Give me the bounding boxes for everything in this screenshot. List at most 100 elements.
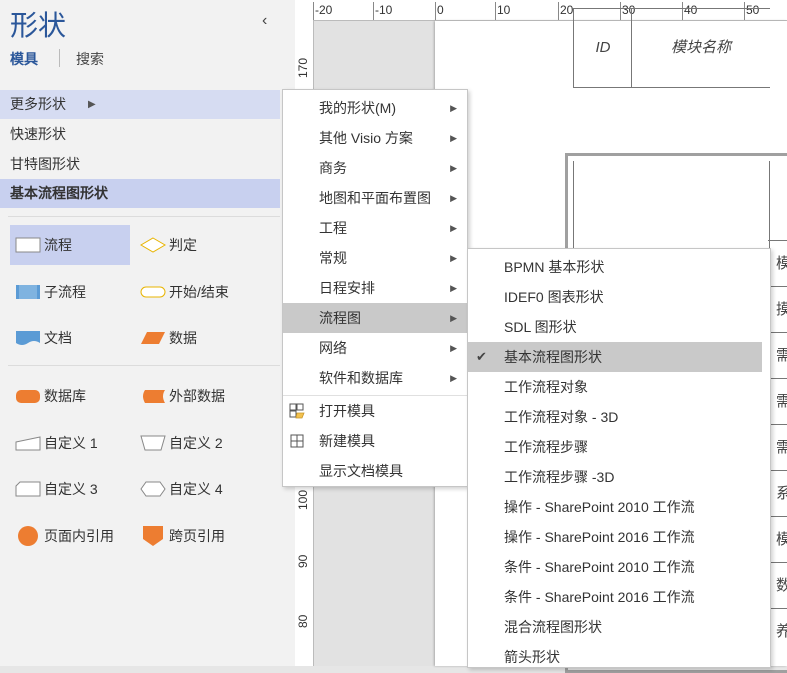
menu-item-label: 网络	[319, 340, 347, 356]
subprocess-shape-icon	[16, 285, 40, 299]
ruler-tick	[558, 2, 559, 20]
menu-item-my-shapes[interactable]: 我的形状(M) ▶	[283, 93, 467, 123]
menu-item-business[interactable]: 商务 ▶	[283, 153, 467, 183]
shape-subprocess[interactable]: 子流程	[10, 272, 130, 312]
ruler-tick	[435, 2, 436, 20]
submenu-item-workflow-steps[interactable]: 工作流程步骤	[468, 432, 770, 462]
submenu-arrow-icon: ▶	[450, 343, 457, 353]
shape-process[interactable]: 流程	[10, 225, 130, 265]
ruler-label: -20	[315, 3, 333, 17]
submenu-item-label: 工作流程对象 - 3D	[504, 409, 619, 425]
tab-search[interactable]: 搜索	[76, 49, 104, 69]
more-shapes-menu: 我的形状(M) ▶ 其他 Visio 方案 ▶ 商务 ▶ 地图和平面布置图 ▶ …	[282, 89, 468, 487]
database-shape-icon	[16, 390, 40, 403]
ruler-label: 0	[437, 3, 444, 17]
shape-decision[interactable]: 判定	[135, 225, 265, 265]
submenu-arrow-icon: ▶	[450, 373, 457, 383]
shape-label: 数据	[169, 330, 197, 346]
menu-item-new-stencil[interactable]: 新建模具	[283, 426, 467, 456]
shape-label: 外部数据	[169, 388, 225, 404]
menu-item-software-db[interactable]: 软件和数据库 ▶	[283, 363, 467, 393]
shape-on-page-reference[interactable]: 页面内引用	[10, 516, 130, 556]
shape-custom-1[interactable]: 自定义 1	[10, 423, 130, 463]
shape-start-end[interactable]: 开始/结束	[135, 272, 265, 312]
submenu-item-workflow-objects-3d[interactable]: 工作流程对象 - 3D	[468, 402, 770, 432]
submenu-arrow-icon: ▶	[450, 223, 457, 233]
menu-item-flowchart[interactable]: 流程图 ▶	[283, 303, 467, 333]
decision-shape-icon	[140, 237, 166, 253]
process-shape-icon	[15, 237, 41, 253]
shape-document[interactable]: 文档	[10, 318, 130, 358]
submenu-arrow-icon: ▶	[450, 313, 457, 323]
shape-off-page-reference[interactable]: 跨页引用	[135, 516, 265, 556]
open-stencil-icon	[289, 403, 305, 419]
tab-stencils[interactable]: 模具	[10, 49, 38, 69]
ruler-tick	[373, 2, 374, 20]
submenu-arrow-icon: ▶	[450, 103, 457, 113]
category-more-shapes[interactable]: 更多形状 ▶	[0, 90, 280, 119]
submenu-item-idef0[interactable]: IDEF0 图表形状	[468, 282, 770, 312]
submenu-item-label: 工作流程步骤	[504, 439, 588, 455]
category-label: 甘特图形状	[10, 156, 80, 172]
menu-item-label: 工程	[319, 220, 347, 236]
submenu-item-hybrid-flowchart[interactable]: 混合流程图形状	[468, 612, 770, 642]
shape-external-data[interactable]: 外部数据	[135, 376, 265, 416]
submenu-item-actions-sp2016[interactable]: 操作 - SharePoint 2016 工作流	[468, 522, 770, 552]
menu-item-label: 日程安排	[319, 280, 375, 296]
category-label: 基本流程图形状	[10, 185, 108, 201]
shape-label: 子流程	[44, 284, 86, 300]
shape-label: 判定	[169, 237, 197, 253]
shape-label: 跨页引用	[169, 528, 225, 544]
shapes-panel: 形状 ‹ 模具 搜索 更多形状 ▶ 快速形状 甘特图形状 基本流程图形状 流程 …	[0, 0, 295, 666]
menu-item-show-document-stencil[interactable]: 显示文档模具	[283, 456, 467, 486]
submenu-item-basic-flowchart[interactable]: ✔ 基本流程图形状	[468, 342, 762, 372]
shape-label: 文档	[44, 330, 72, 346]
submenu-item-actions-sp2010[interactable]: 操作 - SharePoint 2010 工作流	[468, 492, 770, 522]
menu-item-maps[interactable]: 地图和平面布置图 ▶	[283, 183, 467, 213]
category-quick-shapes[interactable]: 快速形状	[0, 120, 280, 149]
submenu-item-label: 操作 - SharePoint 2010 工作流	[504, 499, 695, 515]
external-data-shape-icon	[143, 390, 165, 403]
menu-item-other-visio[interactable]: 其他 Visio 方案 ▶	[283, 123, 467, 153]
collapse-panel-button[interactable]: ‹	[262, 12, 267, 30]
ruler-label: 90	[296, 554, 310, 568]
category-label: 更多形状	[10, 96, 66, 112]
submenu-item-arrow-shapes[interactable]: 箭头形状	[468, 642, 770, 672]
table-header-module-name[interactable]: 模块名称	[631, 8, 770, 88]
submenu-item-conditions-sp2010[interactable]: 条件 - SharePoint 2010 工作流	[468, 552, 770, 582]
menu-item-network[interactable]: 网络 ▶	[283, 333, 467, 363]
shape-data[interactable]: 数据	[135, 318, 265, 358]
table-header-id[interactable]: ID	[573, 8, 632, 88]
start-end-shape-icon	[140, 286, 166, 298]
shape-database[interactable]: 数据库	[10, 376, 130, 416]
category-gantt-shapes[interactable]: 甘特图形状	[0, 150, 280, 179]
submenu-item-label: SDL 图形状	[504, 319, 577, 335]
menu-item-general[interactable]: 常规 ▶	[283, 243, 467, 273]
shape-custom-2[interactable]: 自定义 2	[135, 423, 265, 463]
submenu-item-conditions-sp2016[interactable]: 条件 - SharePoint 2016 工作流	[468, 582, 770, 612]
ruler-label: 170	[296, 57, 310, 78]
menu-item-label: 打开模具	[319, 403, 375, 419]
submenu-item-workflow-objects[interactable]: 工作流程对象	[468, 372, 770, 402]
chevron-right-icon: ▶	[88, 99, 96, 110]
submenu-item-label: IDEF0 图表形状	[504, 289, 604, 305]
shape-custom-4[interactable]: 自定义 4	[135, 469, 265, 509]
shape-label: 自定义 3	[44, 481, 98, 497]
submenu-item-bpmn[interactable]: BPMN 基本形状	[468, 252, 770, 282]
submenu-item-workflow-steps-3d[interactable]: 工作流程步骤 -3D	[468, 462, 770, 492]
shape-custom-3[interactable]: 自定义 3	[10, 469, 130, 509]
menu-item-schedule[interactable]: 日程安排 ▶	[283, 273, 467, 303]
submenu-item-label: BPMN 基本形状	[504, 259, 605, 275]
menu-item-label: 其他 Visio 方案	[319, 130, 413, 146]
shape-label: 流程	[44, 237, 72, 253]
category-basic-flowchart[interactable]: 基本流程图形状	[0, 179, 280, 208]
submenu-item-label: 箭头形状	[504, 649, 560, 665]
menu-item-label: 地图和平面布置图	[319, 190, 431, 206]
submenu-item-label: 混合流程图形状	[504, 619, 602, 635]
menu-item-label: 常规	[319, 250, 347, 266]
ruler-label: 10	[497, 3, 511, 17]
submenu-item-sdl[interactable]: SDL 图形状	[468, 312, 770, 342]
menu-item-engineering[interactable]: 工程 ▶	[283, 213, 467, 243]
menu-item-open-stencil[interactable]: 打开模具	[283, 396, 467, 426]
category-label: 快速形状	[10, 126, 66, 142]
